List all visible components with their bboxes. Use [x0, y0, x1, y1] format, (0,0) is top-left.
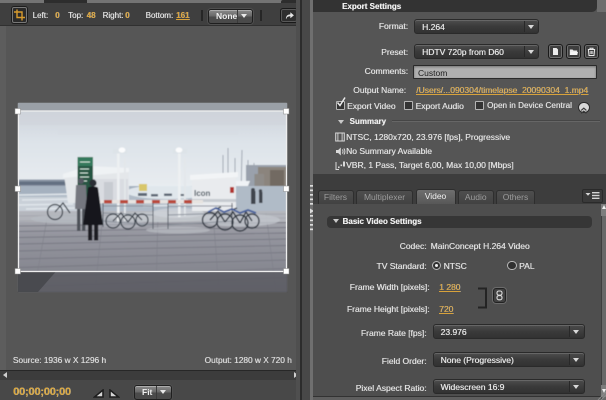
svg-text:Icon: Icon — [194, 189, 211, 198]
